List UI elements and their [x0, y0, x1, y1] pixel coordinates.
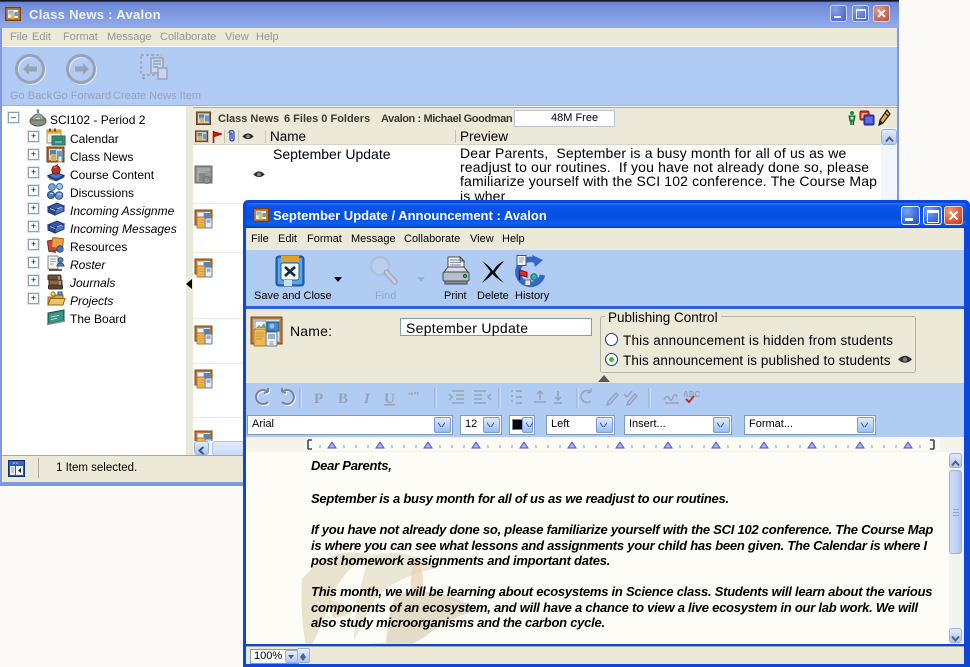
svg-text:U: U [384, 391, 395, 407]
svg-text:“”: “” [408, 390, 419, 402]
svg-text:I: I [363, 391, 371, 407]
svg-text:P: P [314, 391, 323, 407]
svg-text:B: B [338, 391, 348, 407]
